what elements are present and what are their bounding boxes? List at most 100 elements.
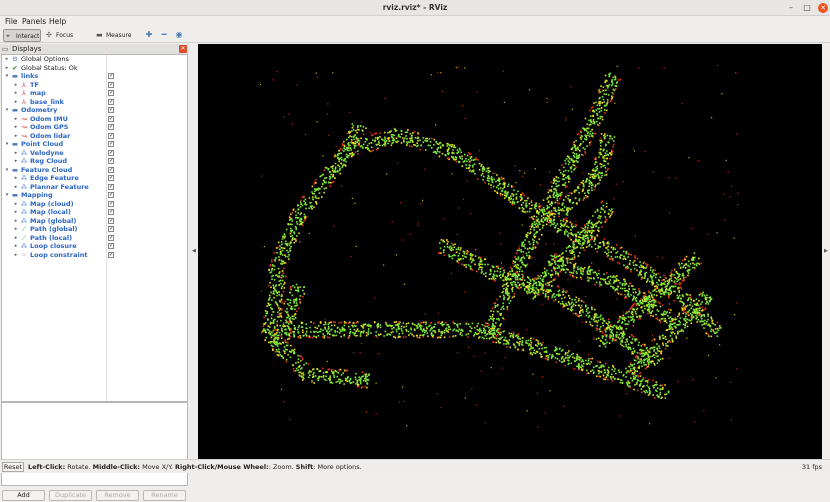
publish-point-icon[interactable]: ◉ [174,30,184,40]
enable-checkbox[interactable]: ✓ [108,81,114,88]
expand-arrow-icon[interactable]: ▸ [13,81,19,90]
display-row[interactable]: ▾ ▬ Point Cloud ✓ [2,140,187,149]
add-button[interactable]: Add [2,490,45,501]
cloud-point [465,266,467,268]
expand-arrow-icon[interactable]: ▾ [4,191,10,200]
enable-checkbox[interactable]: ✓ [108,73,114,79]
enable-checkbox[interactable]: ✓ [108,175,114,181]
menu-panels[interactable]: Panels [22,17,46,26]
enable-checkbox[interactable]: ✓ [108,226,114,232]
display-row[interactable]: ▸ ⟋ Path (global) ✓ [2,225,187,234]
display-row[interactable]: ▸ ⁂ Map (global) ✓ [2,217,187,226]
left-splitter-handle[interactable]: ◀ [190,44,198,459]
enable-checkbox[interactable]: ✓ [108,183,114,190]
cloud-point [631,299,634,301]
display-row[interactable]: ▾ ▬ Feature Cloud ✓ [2,166,187,175]
rename-button[interactable]: Rename [143,490,186,501]
enable-checkbox[interactable]: ✓ [108,98,114,105]
display-row[interactable]: ▾ ▬ Odometry ✓ [2,106,187,115]
expand-arrow-icon[interactable]: ▸ [13,157,19,166]
close-icon[interactable]: ✕ [818,3,828,13]
enable-checkbox[interactable]: ✓ [108,90,114,96]
focus-camera-button[interactable]: ✣Focus Camera [44,29,92,51]
remove-button[interactable]: Remove [96,490,139,501]
expand-arrow-icon[interactable]: ▸ [13,217,19,226]
enable-checkbox[interactable]: ✓ [108,251,114,258]
display-row[interactable]: ▸ ⁂ Velodyne ✓ [2,149,187,158]
expand-arrow-icon[interactable]: ▸ [13,132,19,141]
display-row[interactable]: ▸ ↝ Odom lidar ✓ [2,132,187,141]
enable-checkbox[interactable]: ✓ [108,107,114,113]
display-row[interactable]: ▸ ⟋ Path (local) ✓ [2,234,187,243]
display-row[interactable]: ▸ ⅄ base_link ✓ [2,98,187,107]
display-row[interactable]: ▸ ⁂ Loop closure ✓ [2,242,187,251]
enable-checkbox[interactable]: ✓ [108,209,114,215]
cloud-point [505,277,507,280]
display-row[interactable]: ▾ ▬ Mapping ✓ [2,191,187,200]
expand-arrow-icon[interactable]: ▸ [13,208,19,217]
2d-nav-goal-icon[interactable]: ━ [159,30,169,40]
enable-checkbox[interactable]: ✓ [108,243,114,249]
expand-arrow-icon[interactable]: ▾ [4,72,10,81]
expand-arrow-icon[interactable]: ▾ [4,140,10,149]
enable-checkbox[interactable]: ✓ [108,158,114,164]
expand-arrow-icon[interactable]: ▾ [4,166,10,175]
collapse-left-icon[interactable]: ◀ [192,248,196,254]
maximize-icon[interactable]: □ [802,3,812,13]
display-row[interactable]: ▸ ⁘ Loop constraint ✓ [2,251,187,260]
expand-arrow-icon[interactable]: ▸ [13,123,19,132]
display-row[interactable]: ▸ ⁂ Edge Feature ✓ [2,174,187,183]
expand-arrow-icon[interactable]: ▸ [13,251,19,260]
expand-arrow-icon[interactable]: ▸ [13,89,19,98]
3d-render-viewport[interactable] [198,44,822,459]
display-row[interactable]: ▸ ⁂ Reg Cloud ✓ [2,157,187,166]
expand-arrow-icon[interactable]: ▸ [13,183,19,192]
enable-checkbox[interactable]: ✓ [108,124,114,130]
cloud-point [638,287,640,290]
menu-help[interactable]: Help [49,17,66,26]
menu-file[interactable]: File [5,17,18,26]
expand-arrow-icon[interactable]: ▸ [13,174,19,183]
duplicate-button[interactable]: Duplicate [49,490,92,501]
enable-checkbox[interactable]: ✓ [108,132,114,139]
expand-arrow-icon[interactable]: ▸ [13,234,19,243]
display-row[interactable]: ▸ ↝ Odom GPS ✓ [2,123,187,132]
expand-arrow-icon[interactable]: ▾ [4,106,10,115]
enable-checkbox[interactable]: ✓ [108,115,114,122]
expand-arrow-icon[interactable]: ▸ [13,98,19,107]
display-row[interactable]: ▸ ⁂ Map (cloud) ✓ [2,200,187,209]
enable-checkbox[interactable]: ✓ [108,141,114,147]
close-panel-icon[interactable]: ✕ [179,45,187,53]
expand-arrow-icon[interactable]: ▸ [13,149,19,158]
expand-arrow-icon[interactable]: ▸ [13,115,19,124]
minimize-icon[interactable]: – [786,3,796,13]
expand-arrow-icon[interactable]: ▸ [13,242,19,251]
2d-pose-icon[interactable]: ✚ [144,30,154,40]
expand-arrow-icon[interactable]: ▸ [13,200,19,209]
measure-button[interactable]: ▬ Measure [94,29,134,42]
cloud-point [568,295,570,297]
cloud-point [650,314,653,317]
expand-arrow-icon[interactable]: ▸ [4,55,10,64]
display-row[interactable]: ▸ ✔ Global Status: Ok [2,64,187,73]
enable-checkbox[interactable]: ✓ [108,200,114,207]
display-row[interactable]: ▾ ▬ links ✓ [2,72,187,81]
cloud-point [481,324,484,326]
display-row[interactable]: ▸ ⁂ Plannar Feature ✓ [2,183,187,192]
cloud-point [543,267,546,270]
display-row[interactable]: ▸ ↝ Odom IMU ✓ [2,115,187,124]
interact-tool-button[interactable]: ⌖ Interact [3,29,41,42]
expand-arrow-icon[interactable]: ▸ [13,225,19,234]
cloud-point [667,345,669,347]
expand-arrow-icon[interactable]: ▸ [4,64,10,73]
display-row[interactable]: ▸ ⅄ map ✓ [2,89,187,98]
enable-checkbox[interactable]: ✓ [108,166,114,173]
displays-tree[interactable]: ▸ ⚙ Global Options ▸ ✔ Global Status: Ok ▾ ▬ lin… [1,54,188,402]
display-row[interactable]: ▸ ⅄ TF ✓ [2,81,187,90]
display-row[interactable]: ▸ ⚙ Global Options [2,55,187,64]
enable-checkbox[interactable]: ✓ [108,149,114,156]
display-row[interactable]: ▸ ⁂ Map (local) ✓ [2,208,187,217]
enable-checkbox[interactable]: ✓ [108,217,114,224]
enable-checkbox[interactable]: ✓ [108,192,114,198]
enable-checkbox[interactable]: ✓ [108,234,114,241]
